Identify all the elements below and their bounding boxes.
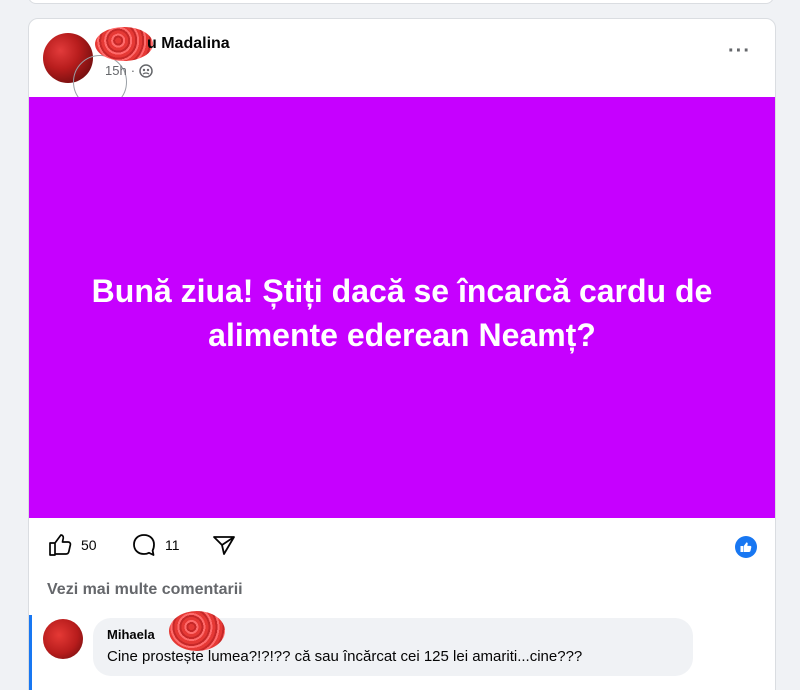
share-button[interactable] (211, 532, 237, 558)
share-icon (213, 536, 235, 555)
like-icon (735, 536, 757, 558)
post-meta: 15h · (105, 63, 153, 78)
like-button[interactable]: 50 (47, 532, 97, 558)
comment-highlight-bar (29, 615, 32, 690)
post-actions: 50 11 (29, 524, 775, 566)
thumbs-up-icon (49, 534, 72, 556)
see-more-comments-link[interactable]: Vezi mai multe comentarii (47, 581, 243, 599)
post-card: u Madalina 15h · ··· Bună ziua! Știți da… (28, 18, 776, 690)
comment-item: Mihaela Cine prostește lumea?!?!?? că sa… (29, 611, 775, 690)
comment-text: Cine prostește lumea?!?!?? că sau încărc… (107, 648, 583, 665)
comment-button[interactable]: 11 (131, 532, 180, 558)
post-banner: Bună ziua! Știți dacă se încarcă cardu d… (29, 97, 775, 518)
ellipsis-icon[interactable]: ··· (728, 41, 751, 61)
name-redaction (95, 27, 153, 61)
banner-text: Bună ziua! Știți dacă se încarcă cardu d… (91, 272, 713, 353)
commenter-name[interactable]: Mihaela (107, 627, 155, 642)
previous-post-card-edge (28, 0, 774, 4)
author-name[interactable]: u Madalina (147, 35, 230, 53)
comment-icon (133, 534, 155, 556)
post-header: u Madalina 15h · ··· (29, 19, 775, 109)
post-time[interactable]: 15h (105, 63, 127, 78)
meta-separator: · (130, 63, 136, 78)
commenter-avatar[interactable] (43, 619, 83, 659)
commenter-name-redaction (169, 611, 225, 651)
friends-icon (139, 63, 153, 78)
comment-count: 11 (165, 537, 180, 553)
like-count: 50 (81, 537, 97, 553)
